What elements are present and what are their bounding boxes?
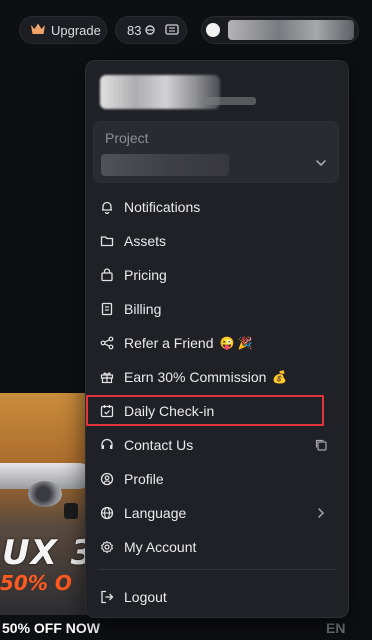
menu-item-profile[interactable]: Profile (86, 463, 348, 495)
blurred-profile-subtext (206, 97, 256, 105)
user-circle-icon (99, 471, 115, 487)
share-icon (99, 335, 115, 351)
chevron-right-icon (314, 506, 328, 520)
promo-discount: 50% O (0, 571, 72, 595)
gift-icon (99, 369, 115, 385)
menu-item-label: Notifications (124, 199, 201, 215)
user-avatar (206, 23, 220, 37)
emoji-money-bag: 💰 (272, 370, 288, 384)
headset-icon (99, 437, 115, 453)
menu-item-assets[interactable]: Assets (86, 225, 348, 257)
calendar-check-icon (99, 403, 115, 419)
menu-item-refer-a-friend[interactable]: Refer a Friend 😜 🎉 (86, 327, 348, 359)
crown-icon (30, 22, 46, 39)
menu-item-label: Refer a Friend (124, 335, 214, 351)
ticket-icon (165, 23, 180, 38)
blurred-profile-header (100, 75, 220, 109)
menu-item-language[interactable]: Language (86, 497, 348, 529)
menu-item-label: My Account (124, 539, 197, 555)
credits-count: 83 (127, 22, 142, 38)
bell-icon (99, 199, 115, 215)
upgrade-button[interactable]: Upgrade (19, 16, 107, 44)
menu-item-my-account[interactable]: My Account (86, 531, 348, 563)
receipt-icon (99, 301, 115, 317)
menu-item-label: Profile (124, 471, 164, 487)
airplane-gear (64, 503, 78, 519)
gear-icon (99, 539, 115, 555)
project-label: Project (105, 130, 149, 146)
menu-item-label: Assets (124, 233, 167, 249)
menu-item-label: Earn 30% Commission (124, 369, 267, 385)
menu-item-contact-us[interactable]: Contact Us (86, 429, 348, 461)
airplane-engine (28, 481, 62, 507)
menu-item-label: Daily Check-in (124, 403, 215, 419)
promo-banner[interactable]: UX 3 50% O (0, 393, 92, 615)
promo-corner-text: EN (326, 620, 346, 636)
menu-item-notifications[interactable]: Notifications (86, 191, 348, 223)
user-account-button[interactable] (201, 16, 359, 44)
blurred-username (228, 20, 354, 40)
emoji-wink-party: 😜 🎉 (219, 336, 253, 350)
globe-icon (99, 505, 115, 521)
menu-item-daily-check-in[interactable]: Daily Check-in (86, 395, 348, 427)
shopping-bag-icon (99, 267, 115, 283)
chevron-down-icon (314, 156, 328, 170)
credits-badge[interactable]: 83 (115, 16, 187, 44)
menu-item-earn-commission[interactable]: Earn 30% Commission 💰 (86, 361, 348, 393)
menu-item-billing[interactable]: Billing (86, 293, 348, 325)
coin-icon (145, 23, 156, 38)
menu-item-label: Contact Us (124, 437, 194, 453)
copy-icon[interactable] (314, 438, 328, 452)
folder-icon (99, 233, 115, 249)
menu-item-pricing[interactable]: Pricing (86, 259, 348, 291)
menu-item-label: Language (124, 505, 187, 521)
promo-title: UX 3 (2, 533, 92, 573)
promo-strip-text: 50% OFF NOW (2, 620, 101, 636)
blurred-project-name (101, 154, 229, 176)
menu-item-label: Pricing (124, 267, 167, 283)
menu-item-logout[interactable]: Logout (86, 581, 348, 613)
top-bar: Upgrade 83 (19, 16, 362, 44)
menu-item-label: Logout (124, 589, 167, 605)
logout-icon (99, 589, 115, 605)
account-dropdown-menu: Project Notifications Assets Pricing Bil… (85, 60, 349, 618)
menu-divider (98, 569, 336, 570)
project-select[interactable]: Project (93, 121, 339, 183)
menu-item-label: Billing (124, 301, 162, 317)
upgrade-label: Upgrade (51, 22, 101, 38)
